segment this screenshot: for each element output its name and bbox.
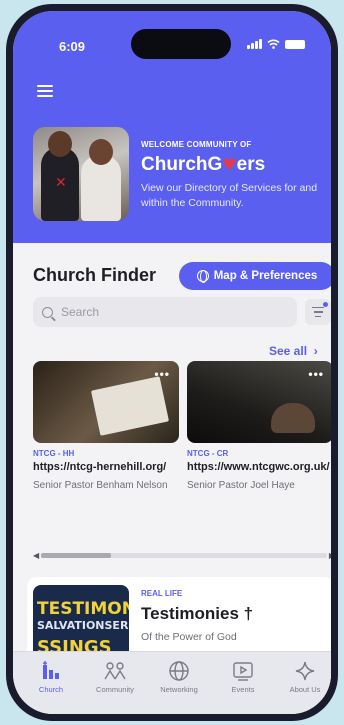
hero-photo: ✕	[33, 127, 129, 221]
church-pastor: Senior Pastor Joel Haye	[187, 480, 295, 491]
events-icon	[213, 660, 273, 682]
tab-events[interactable]: Events	[213, 660, 273, 694]
church-url[interactable]: https://www.ntcgwc.org.uk/	[187, 461, 331, 474]
church-card[interactable]: ••• NTCG - CR https://www.ntcgwc.org.uk/…	[187, 361, 331, 493]
sparkle-icon	[275, 660, 331, 682]
brand-part-2: ers	[236, 154, 266, 175]
search-bar	[33, 297, 297, 327]
more-options-icon[interactable]: •••	[308, 367, 324, 381]
status-bar: 6:09	[13, 11, 331, 71]
tab-label: Church	[38, 685, 64, 694]
phone-frame: 6:09 ✕ WELCOME COMMUNITY OF ChurchG♥ers …	[6, 4, 338, 721]
heart-icon: ♥	[222, 155, 237, 174]
globe-icon	[196, 270, 209, 283]
filter-button[interactable]	[305, 299, 331, 325]
church-pastor: Senior Pastor Benham Nelson	[33, 480, 168, 491]
chevron-right-icon: ›	[313, 344, 318, 358]
see-all-label: See all	[269, 344, 308, 358]
church-code: NTCG - CR	[187, 449, 229, 458]
praying-hands-icon	[271, 403, 315, 433]
hamburger-menu-icon[interactable]	[37, 85, 53, 97]
dynamic-island	[131, 29, 231, 59]
battery-icon	[285, 39, 305, 49]
wifi-icon	[267, 39, 280, 49]
app-screen: 6:09 ✕ WELCOME COMMUNITY OF ChurchG♥ers …	[13, 11, 331, 714]
brand-title: ChurchG♥ers	[141, 154, 265, 176]
horizontal-scrollbar[interactable]: ◀ ▶	[33, 550, 331, 560]
tab-label: Networking	[160, 685, 198, 694]
status-time: 6:09	[59, 39, 86, 54]
status-icons	[247, 39, 305, 49]
testimonies-subtitle: Of the Power of God	[141, 631, 237, 643]
search-icon	[42, 306, 53, 318]
hero-description: View our Directory of Services for and w…	[141, 182, 318, 209]
tab-networking[interactable]: Networking	[149, 660, 209, 694]
church-code: NTCG - HH	[33, 449, 75, 458]
map-preferences-label: Map & Preferences	[213, 270, 318, 282]
scroll-left-icon[interactable]: ◀	[33, 551, 39, 560]
church-url[interactable]: https://ntcg-hernehill.org/	[33, 461, 179, 474]
church-icon	[21, 660, 81, 682]
people-icon	[85, 660, 145, 682]
brand-part-1: ChurchG	[141, 154, 223, 175]
testimonies-title: Testimonies †	[141, 604, 254, 623]
scroll-thumb[interactable]	[41, 553, 111, 558]
church-card[interactable]: ••• NTCG - HH https://ntcg-hernehill.org…	[33, 361, 179, 493]
testimonies-tag: REAL LIFE	[141, 589, 183, 598]
church-card-image: •••	[33, 361, 179, 443]
tab-community[interactable]: Community	[85, 660, 145, 694]
church-card-image: •••	[187, 361, 331, 443]
welcome-label: WELCOME COMMUNITY OF	[141, 140, 252, 149]
tab-label: Events	[231, 685, 255, 694]
signal-icon	[247, 39, 262, 49]
map-preferences-button[interactable]: Map & Preferences	[179, 262, 331, 290]
tab-church[interactable]: Church	[21, 660, 81, 694]
bottom-tab-bar: Church Community Networking Events About…	[13, 651, 331, 714]
tab-label: About Us	[289, 685, 321, 694]
more-options-icon[interactable]: •••	[154, 367, 170, 381]
tab-about-us[interactable]: About Us	[275, 660, 331, 694]
church-finder-title: Church Finder	[33, 265, 157, 285]
see-all-link[interactable]: See all ›	[269, 344, 318, 358]
scroll-right-icon[interactable]: ▶	[329, 551, 331, 560]
search-input[interactable]	[61, 305, 261, 319]
hero-header: 6:09 ✕ WELCOME COMMUNITY OF ChurchG♥ers …	[13, 11, 331, 243]
tab-label: Community	[96, 685, 134, 694]
globe-icon	[149, 660, 209, 682]
open-book-icon	[90, 376, 170, 436]
filter-active-dot	[323, 302, 328, 307]
